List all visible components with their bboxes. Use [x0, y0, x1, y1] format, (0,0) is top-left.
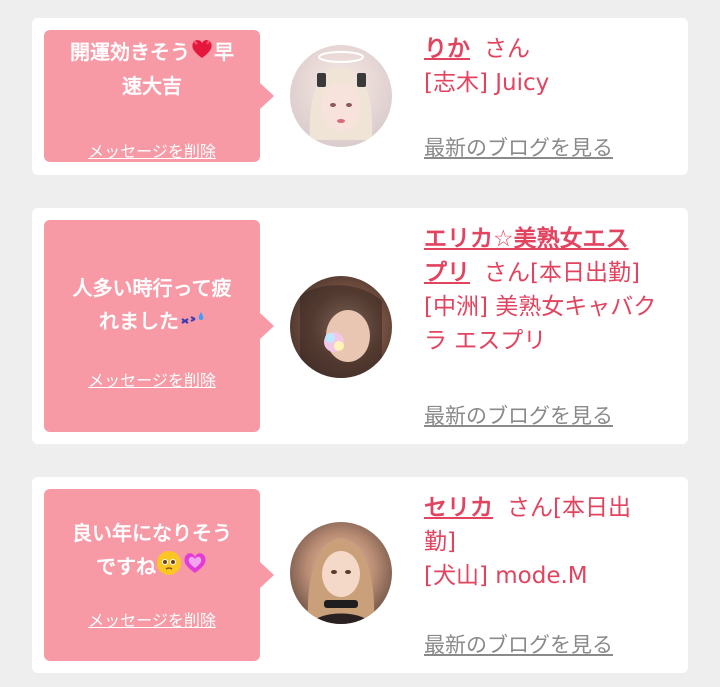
cast-info: エリカ☆美熟女エス プリ さん[本日出勤] [中洲] 美熟女キャバクラ エスプリ: [424, 222, 674, 358]
shop-name: [志木] Juicy: [424, 70, 550, 96]
message-text: 開運効きそう早 速大吉: [56, 36, 248, 103]
message-card: 人多い時行って疲 れました メッセージを削除 エリカ☆美熟女エス プリ さん[本日出…: [32, 208, 688, 444]
avatar[interactable]: [290, 276, 392, 378]
delete-message-link[interactable]: メッセージを削除: [44, 138, 260, 162]
cast-info: セリカ さん[本日出 勤] [犬山] mode.M: [424, 491, 674, 593]
avatar[interactable]: [290, 45, 392, 147]
pink-heart-icon: [182, 551, 208, 585]
shop-name: [犬山] mode.M: [424, 563, 588, 589]
message-text: 良い年になりそう ですね: [56, 517, 248, 586]
delete-message-link[interactable]: メッセージを削除: [44, 367, 260, 391]
latest-blog-link[interactable]: 最新のブログを見る: [424, 132, 613, 162]
message-card: 開運効きそう早 速大吉 メッセージを削除 りか さん [志木] Juicy 最新の…: [32, 18, 688, 175]
message-card: 良い年になりそう ですね メッセージを削除 セリカ さん[本日出 勤] [犬山] …: [32, 477, 688, 673]
honorific: さん[本日出勤]: [484, 260, 640, 286]
message-bubble: 人多い時行って疲 れました メッセージを削除: [44, 220, 274, 432]
message-bubble: 良い年になりそう ですね メッセージを削除: [44, 489, 274, 661]
cast-name-link[interactable]: りか: [424, 36, 470, 62]
shop-name: [中洲] 美熟女キャバクラ エスプリ: [424, 294, 657, 354]
honorific: さん[本日出: [507, 495, 631, 521]
latest-blog-link[interactable]: 最新のブログを見る: [424, 629, 613, 659]
delete-message-link[interactable]: メッセージを削除: [44, 607, 260, 631]
heart-with-sparks-icon: [190, 37, 214, 70]
pleading-face-icon: [156, 550, 182, 586]
cast-name-link[interactable]: セリカ: [424, 495, 493, 521]
avatar[interactable]: [290, 522, 392, 624]
honorific-cont: 勤]: [424, 529, 456, 555]
cast-info: りか さん [志木] Juicy: [424, 32, 674, 100]
message-bubble: 開運効きそう早 速大吉 メッセージを削除: [44, 30, 274, 162]
sweat-smile-icon: [179, 306, 205, 339]
honorific: さん: [484, 36, 530, 62]
latest-blog-link[interactable]: 最新のブログを見る: [424, 400, 613, 430]
message-text: 人多い時行って疲 れました: [56, 272, 248, 339]
